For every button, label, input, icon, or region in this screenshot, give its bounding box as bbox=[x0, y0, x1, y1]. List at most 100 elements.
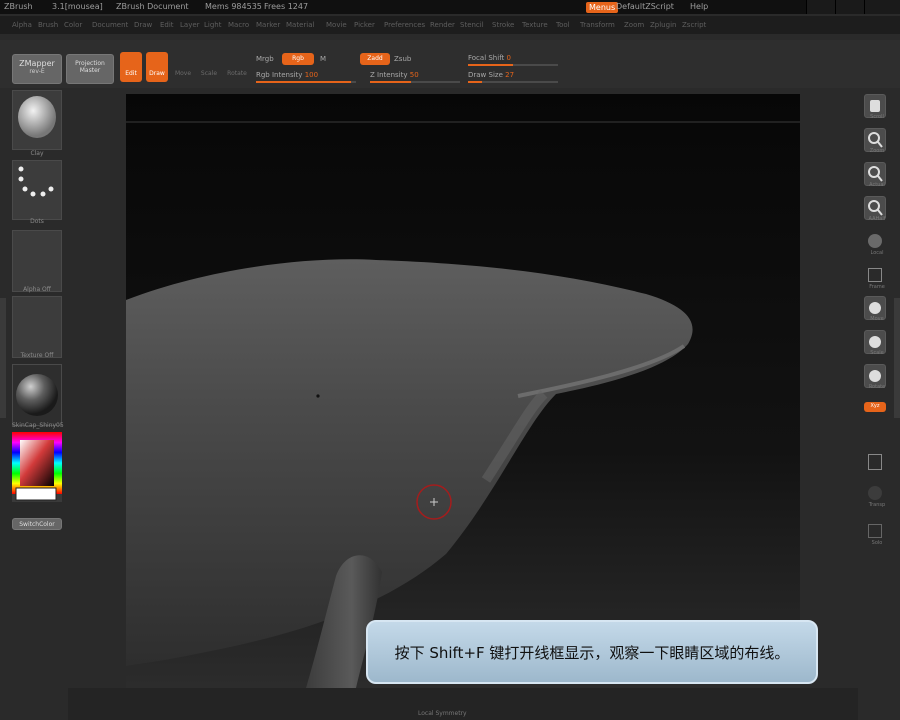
menu-zscript[interactable]: Zscript bbox=[682, 21, 706, 29]
focal-shift-slider[interactable] bbox=[468, 64, 558, 66]
frame-icon[interactable] bbox=[868, 268, 882, 282]
local-symmetry-label[interactable]: Local Symmetry bbox=[418, 710, 467, 717]
menu-tool[interactable]: Tool bbox=[556, 21, 570, 29]
alpha-label: Alpha Off bbox=[23, 286, 51, 293]
mrgb-toggle[interactable]: Mrgb bbox=[256, 55, 274, 63]
brush-label: Clay bbox=[30, 150, 44, 157]
z-intensity-slider[interactable] bbox=[370, 81, 460, 83]
stroke-label: Dots bbox=[30, 218, 44, 225]
memory-readout: Mems 984535 bbox=[205, 2, 262, 11]
switch-color-button[interactable]: SwitchColor bbox=[12, 518, 62, 530]
texture-label: Texture Off bbox=[20, 352, 54, 359]
menu-stencil[interactable]: Stencil bbox=[460, 21, 484, 29]
polyf-icon[interactable] bbox=[868, 454, 882, 470]
whale-model-render bbox=[126, 94, 800, 688]
brush-thumbnail[interactable] bbox=[12, 90, 62, 150]
right-tray-handle[interactable] bbox=[894, 298, 900, 418]
maximize-button[interactable] bbox=[835, 0, 864, 14]
transp-label: Transp bbox=[868, 502, 886, 508]
edit-label: Edit bbox=[125, 70, 137, 77]
focal-shift-text: Focal Shift bbox=[468, 54, 505, 62]
color-picker[interactable] bbox=[12, 432, 62, 502]
menu-zoom[interactable]: Zoom bbox=[624, 21, 644, 29]
free-readout: Frees 1247 bbox=[264, 2, 309, 11]
menu-marker[interactable]: Marker bbox=[256, 21, 280, 29]
solo-icon[interactable] bbox=[868, 524, 882, 538]
material-label: SkinCap_Shiny05 bbox=[12, 422, 64, 429]
menu-macro[interactable]: Macro bbox=[228, 21, 249, 29]
rgb-intensity-value: 100 bbox=[304, 71, 319, 79]
menu-document[interactable]: Document bbox=[92, 21, 128, 29]
menu-edit[interactable]: Edit bbox=[160, 21, 174, 29]
script-button[interactable]: DefaultZScript bbox=[616, 2, 674, 11]
z-intensity-fill bbox=[370, 81, 411, 83]
menu-layer[interactable]: Layer bbox=[180, 21, 200, 29]
help-button[interactable]: Help bbox=[690, 2, 708, 11]
local-icon[interactable] bbox=[868, 234, 882, 248]
material-thumbnail[interactable] bbox=[12, 364, 62, 426]
rgb-intensity-slider[interactable] bbox=[256, 81, 356, 83]
zmapper-button[interactable]: ZMapper rev-E bbox=[12, 54, 62, 84]
app-name: ZBrush bbox=[4, 2, 33, 11]
menu-texture[interactable]: Texture bbox=[522, 21, 548, 29]
menu-material[interactable]: Material bbox=[286, 21, 314, 29]
switch-color-label: SwitchColor bbox=[19, 521, 55, 528]
edit-button[interactable]: Edit bbox=[120, 52, 142, 82]
menu-render[interactable]: Render bbox=[430, 21, 455, 29]
xyz-button[interactable]: Xyz bbox=[864, 402, 886, 412]
material-sphere-icon bbox=[16, 374, 58, 416]
zmapper-sublabel: rev-E bbox=[29, 68, 45, 75]
menu-preferences[interactable]: Preferences bbox=[384, 21, 425, 29]
draw-size-label: Draw Size 27 bbox=[468, 71, 514, 79]
focal-shift-value: 0 bbox=[506, 54, 511, 62]
app-version: 3.1[mousea] bbox=[52, 2, 103, 11]
focal-shift-label: Focal Shift 0 bbox=[468, 54, 511, 62]
draw-size-slider[interactable] bbox=[468, 81, 558, 83]
zadd-toggle[interactable]: Zadd bbox=[360, 53, 390, 65]
tutorial-subtitle: 按下 Shift+F 键打开线框显示，观察一下眼睛区域的布线。 bbox=[366, 620, 818, 684]
menu-alpha[interactable]: Alpha bbox=[12, 21, 32, 29]
left-tray-handle[interactable] bbox=[0, 298, 6, 418]
move-button[interactable]: Move bbox=[172, 56, 194, 82]
zoom-label: Zoom bbox=[869, 148, 885, 154]
transp-icon[interactable] bbox=[868, 486, 882, 500]
menu-stroke[interactable]: Stroke bbox=[492, 21, 514, 29]
menu-zplugin[interactable]: Zplugin bbox=[650, 21, 676, 29]
rotate-label: Rotate bbox=[227, 70, 247, 77]
rgb-toggle[interactable]: Rgb bbox=[282, 53, 314, 65]
bottom-shelf: Local Symmetry bbox=[68, 688, 858, 720]
scale-view-label: Scale bbox=[870, 350, 884, 356]
m-toggle[interactable]: M bbox=[320, 55, 326, 63]
alpha-thumbnail[interactable] bbox=[12, 230, 62, 292]
title-bar: ZBrush 3.1[mousea] ZBrush Document Mems … bbox=[0, 0, 900, 14]
menu-movie[interactable]: Movie bbox=[326, 21, 347, 29]
rgb-intensity-label: Rgb Intensity 100 bbox=[256, 71, 318, 79]
stroke-thumbnail[interactable] bbox=[12, 160, 62, 220]
xyz-label: Xyz bbox=[870, 403, 880, 409]
menu-light[interactable]: Light bbox=[204, 21, 221, 29]
document-canvas[interactable] bbox=[126, 94, 800, 688]
right-shelf: Scroll Zoom Actual AAHalf Local Frame Mo… bbox=[858, 88, 900, 720]
menu-draw[interactable]: Draw bbox=[134, 21, 152, 29]
minimize-button[interactable] bbox=[806, 0, 835, 14]
color-picker-icon bbox=[12, 432, 62, 501]
draw-size-text: Draw Size bbox=[468, 71, 503, 79]
rotate-view-label: Rotate bbox=[868, 384, 886, 390]
scale-button[interactable]: Scale bbox=[198, 56, 220, 82]
zadd-label: Zadd bbox=[367, 55, 383, 62]
menus-button[interactable]: Menus bbox=[586, 2, 619, 13]
rotate-button[interactable]: Rotate bbox=[224, 56, 250, 82]
menu-picker[interactable]: Picker bbox=[354, 21, 375, 29]
move-label: Move bbox=[174, 70, 192, 77]
texture-thumbnail[interactable] bbox=[12, 296, 62, 358]
close-button[interactable] bbox=[864, 0, 900, 14]
menu-transform[interactable]: Transform bbox=[580, 21, 615, 29]
projection-master-button[interactable]: Projection Master bbox=[66, 54, 114, 84]
draw-size-fill bbox=[468, 81, 482, 83]
menu-brush[interactable]: Brush bbox=[38, 21, 58, 29]
zsub-toggle[interactable]: Zsub bbox=[394, 55, 411, 63]
draw-button[interactable]: Draw bbox=[146, 52, 168, 82]
actual-label: Actual bbox=[869, 182, 885, 188]
rgb-intensity-text: Rgb Intensity bbox=[256, 71, 303, 79]
menu-color[interactable]: Color bbox=[64, 21, 82, 29]
